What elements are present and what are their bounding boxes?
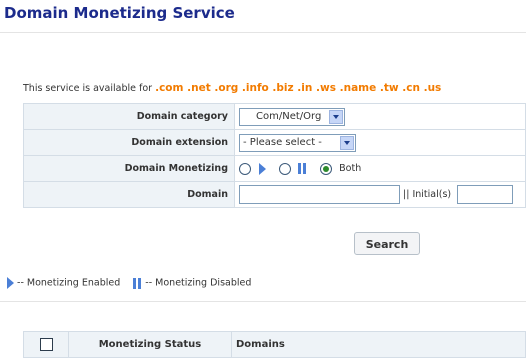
pause-icon [298, 163, 307, 174]
initials-input[interactable] [457, 185, 514, 204]
availability-note: This service is available for .com .net … [23, 82, 441, 94]
extension-value: - Please select - [243, 136, 322, 148]
category-row: Domain category Com/Net/Org [23, 103, 526, 130]
radio-disabled[interactable] [279, 162, 292, 175]
select-all-cell [23, 331, 69, 358]
results-table: Monetizing Status Domains [23, 331, 526, 358]
column-header-status: Monetizing Status [68, 331, 232, 358]
domain-row: Domain || Initial(s) [23, 181, 526, 208]
domain-input[interactable] [239, 185, 400, 204]
extension-label: Domain extension [23, 129, 235, 156]
legend: -- Monetizing Enabled -- Monetizing Disa… [7, 277, 251, 289]
radio-enabled[interactable] [239, 162, 251, 175]
initials-label: || Initial(s) [403, 189, 452, 200]
extension-select[interactable]: - Please select - [239, 133, 356, 152]
results-header-row: Monetizing Status Domains [23, 331, 526, 358]
play-icon [259, 162, 267, 175]
extension-row: Domain extension - Please select - [23, 129, 526, 156]
chevron-down-icon [340, 135, 354, 150]
category-value: Com/Net/Org [256, 110, 322, 122]
chevron-down-icon [329, 109, 343, 124]
legend-enabled-label: -- Monetizing Enabled [17, 277, 121, 289]
search-form: Domain category Com/Net/Org Domain exten… [23, 103, 526, 208]
column-header-domains: Domains [231, 331, 526, 358]
play-icon [7, 277, 14, 289]
title-divider [0, 32, 526, 33]
category-select[interactable]: Com/Net/Org [239, 107, 345, 126]
select-all-checkbox[interactable] [39, 338, 53, 351]
monetizing-row: Domain Monetizing Both [23, 155, 526, 182]
page-title: Domain Monetizing Service [4, 4, 235, 22]
availability-prefix: This service is available for [23, 83, 153, 94]
domain-label: Domain [23, 181, 235, 208]
both-label: Both [339, 163, 362, 174]
search-button[interactable]: Search [354, 232, 420, 255]
pause-icon [133, 277, 142, 289]
availability-tlds: .com .net .org .info .biz .in .ws .name … [155, 82, 442, 94]
legend-disabled-label: -- Monetizing Disabled [145, 277, 252, 289]
radio-both[interactable] [320, 162, 333, 175]
category-label: Domain category [23, 103, 235, 130]
monetizing-label: Domain Monetizing [23, 155, 235, 182]
legend-divider [0, 301, 526, 302]
